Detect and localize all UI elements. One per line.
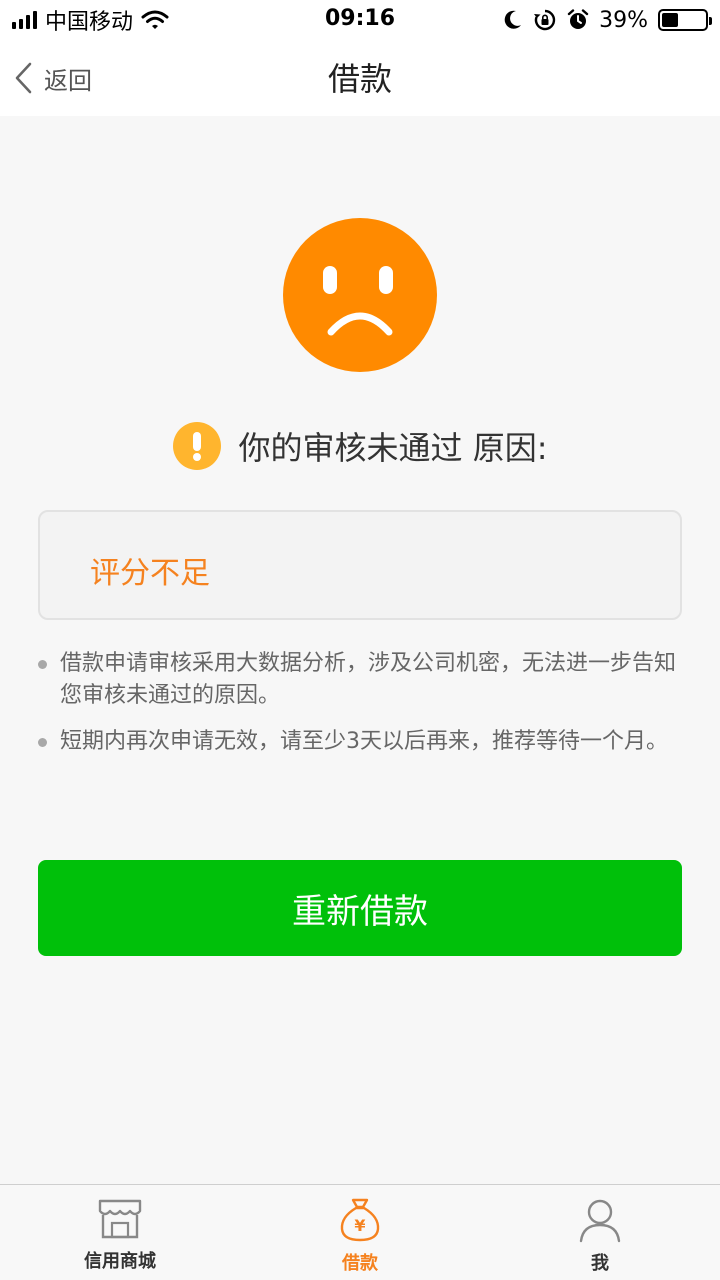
alarm-clock-icon [567, 9, 589, 29]
user-icon [579, 1199, 621, 1243]
warning-icon [172, 422, 221, 470]
note-item: 借款申请审核采用大数据分析，涉及公司机密，无法进一步告知您审核未通过的原因。 [38, 648, 682, 712]
reason-box: 评分不足 [38, 510, 682, 620]
heading-text: 你的审核未通过 原因: [238, 429, 548, 467]
notes-list: 借款申请审核采用大数据分析，涉及公司机密，无法进一步告知您审核未通过的原因。 短… [38, 648, 682, 772]
note-item: 短期内再次申请无效，请至少3天以后再来，推荐等待一个月。 [38, 726, 682, 758]
tab-label: 我 [591, 1253, 609, 1274]
status-right: 39% [503, 6, 712, 34]
tab-credit-mall[interactable]: 信用商城 [0, 1197, 240, 1279]
page-title: 借款 [327, 60, 392, 98]
sad-face-icon [283, 218, 437, 372]
rotation-lock-icon [534, 9, 556, 31]
reason-text: 评分不足 [90, 556, 210, 591]
store-icon [98, 1199, 142, 1239]
battery-tip [709, 17, 712, 25]
money-bag-icon: ¥ [340, 1198, 380, 1242]
navigation-bar: 返回 借款 [0, 40, 720, 116]
reapply-loan-button[interactable]: 重新借款 [38, 860, 682, 956]
review-failed-heading: 你的审核未通过 原因: [0, 420, 720, 472]
status-bar: 中国移动 09:16 39% [0, 0, 720, 40]
tab-label: 借款 [342, 1253, 378, 1274]
battery-icon [658, 9, 712, 31]
svg-text:¥: ¥ [354, 1216, 365, 1235]
tab-bar: 信用商城 ¥ 借款 我 [0, 1184, 720, 1280]
tab-label: 信用商城 [84, 1251, 156, 1272]
moon-icon [504, 10, 522, 29]
loan-result-screen: 中国移动 09:16 39% 返回 借款 你的审核未通过 原因: 评分不足 借款… [0, 0, 720, 1280]
tab-me[interactable]: 我 [480, 1197, 720, 1279]
tab-loan[interactable]: ¥ 借款 [240, 1197, 480, 1279]
battery-percentage: 39% [599, 7, 648, 33]
battery-level-fill [662, 13, 679, 27]
